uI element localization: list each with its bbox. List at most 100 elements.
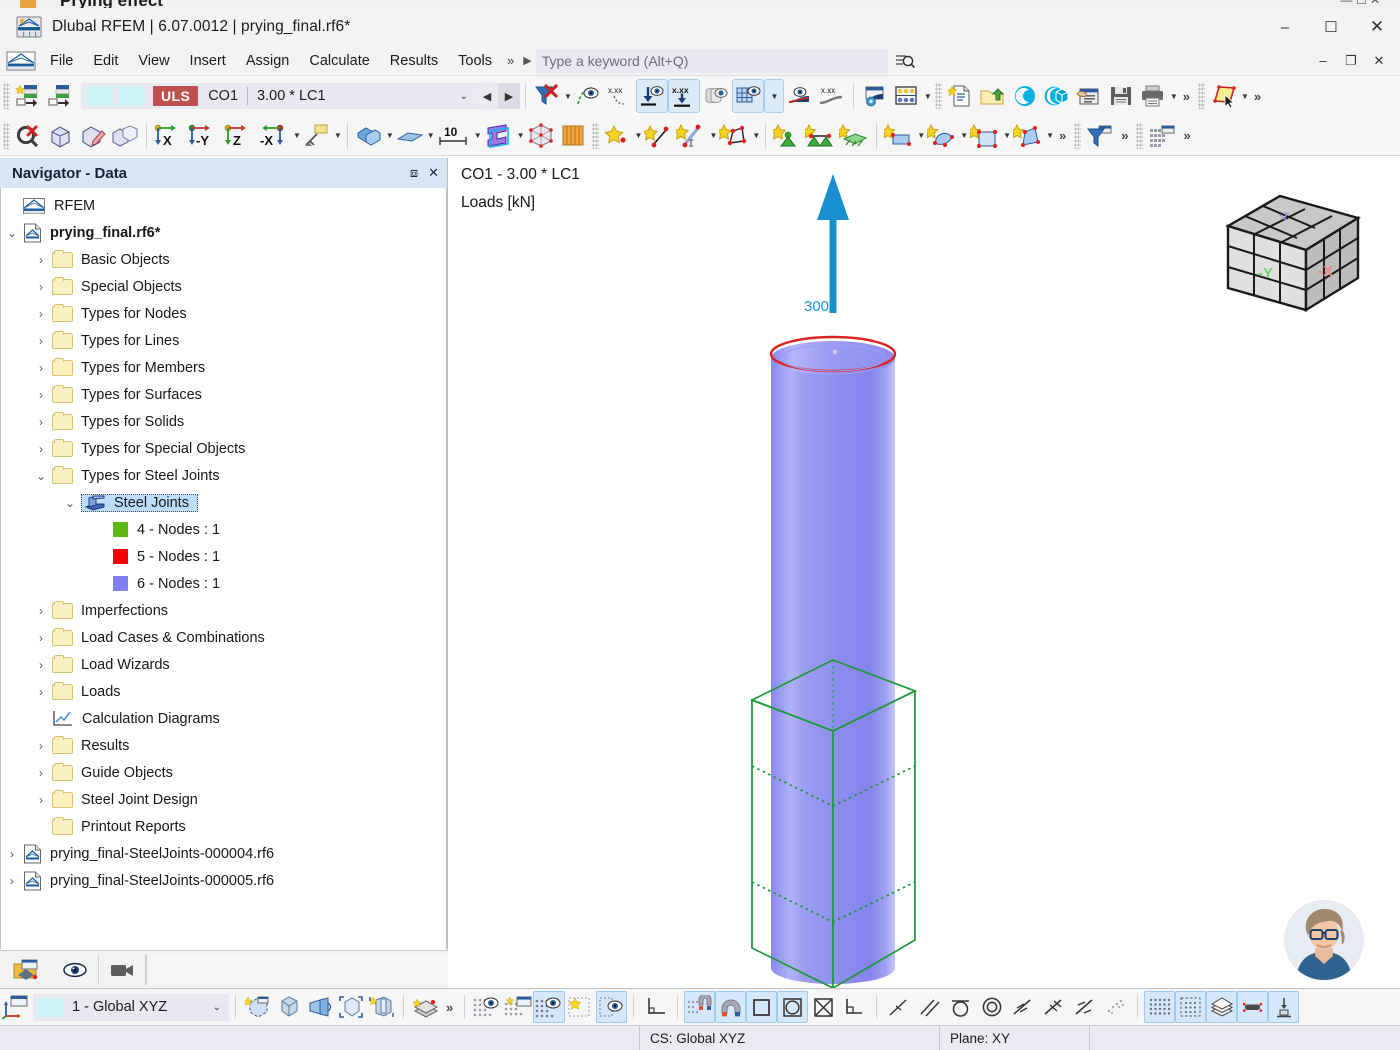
copy-object-button[interactable] bbox=[109, 119, 141, 153]
snap-perpendicular-button[interactable] bbox=[839, 991, 870, 1023]
toolbar-grip[interactable] bbox=[3, 83, 10, 109]
show-result-values-button[interactable]: x.xx bbox=[816, 79, 848, 113]
chevron-down-icon[interactable]: ▼ bbox=[427, 131, 435, 140]
view-z-button[interactable]: Z bbox=[222, 119, 256, 153]
chevron-right-icon[interactable]: › bbox=[30, 307, 52, 321]
chevron-right-icon[interactable]: › bbox=[30, 766, 52, 780]
menu-item-insert[interactable]: Insert bbox=[180, 49, 236, 73]
toolbar-grip[interactable] bbox=[1074, 122, 1082, 149]
nodal-support-button[interactable] bbox=[771, 119, 803, 153]
menu-item-assign[interactable]: Assign bbox=[236, 49, 300, 73]
view-negx-button[interactable]: -X bbox=[256, 119, 292, 153]
chevron-right-icon[interactable]: › bbox=[30, 658, 52, 672]
tree-item[interactable]: › Types for Surfaces bbox=[1, 381, 446, 408]
layers-button[interactable] bbox=[1206, 991, 1238, 1023]
chevron-down-icon[interactable]: ▼ bbox=[1241, 92, 1249, 101]
print-button[interactable] bbox=[1137, 79, 1169, 113]
chevron-down-icon[interactable]: ⌄ bbox=[460, 91, 468, 102]
chevron-down-icon[interactable]: ▼ bbox=[960, 131, 968, 140]
tree-item[interactable]: RFEM bbox=[1, 192, 446, 219]
chevron-down-icon[interactable]: ▼ bbox=[1046, 131, 1054, 140]
new-line-button[interactable] bbox=[642, 119, 674, 153]
snap-surface-point-button[interactable] bbox=[1069, 991, 1100, 1023]
previous-load-case-button[interactable]: ◀ bbox=[476, 83, 498, 109]
chevron-right-icon[interactable]: › bbox=[30, 253, 52, 267]
chevron-down-icon[interactable]: ⌄ bbox=[59, 496, 81, 510]
edit-load-case-button[interactable] bbox=[45, 79, 77, 113]
new-node-button[interactable] bbox=[602, 119, 634, 153]
toolbar-grip[interactable] bbox=[591, 122, 599, 149]
snap-center-button[interactable] bbox=[777, 991, 809, 1023]
tree-item[interactable]: › Types for Special Objects bbox=[1, 435, 446, 462]
open-model-button[interactable] bbox=[977, 79, 1009, 113]
coordinate-system-select[interactable]: 1 - Global XYZ ⌄ bbox=[33, 993, 229, 1021]
next-load-case-button[interactable]: ▶ bbox=[498, 83, 520, 109]
chevron-down-icon[interactable]: ⌄ bbox=[30, 469, 52, 483]
show-loads-button[interactable] bbox=[635, 79, 668, 113]
chevron-right-icon[interactable]: › bbox=[30, 442, 52, 456]
toolbar-overflow-button-5[interactable]: » bbox=[1178, 128, 1195, 143]
toolbar-grip[interactable] bbox=[3, 122, 10, 149]
view-negy-button[interactable]: -Y bbox=[186, 119, 222, 153]
menu-item-file[interactable]: File bbox=[40, 49, 83, 73]
snap-to-grid-button[interactable] bbox=[565, 991, 596, 1023]
chevron-down-icon[interactable]: ⌄ bbox=[1, 226, 23, 240]
new-opening-button[interactable] bbox=[968, 119, 1002, 153]
show-results-diagram-button[interactable] bbox=[784, 79, 816, 113]
show-surfaces-button[interactable] bbox=[731, 79, 764, 113]
tree-item[interactable]: ⌄ prying_final.rf6* bbox=[1, 219, 446, 246]
member-select-button[interactable] bbox=[1237, 991, 1269, 1023]
toolbar-overflow-button[interactable]: » bbox=[1178, 89, 1195, 104]
new-member-button[interactable] bbox=[674, 119, 708, 153]
close-panel-icon[interactable]: ✕ bbox=[428, 165, 439, 181]
chevron-down-icon[interactable]: ▼ bbox=[564, 92, 572, 101]
render-settings-button[interactable] bbox=[859, 79, 891, 113]
chevron-right-icon[interactable]: › bbox=[30, 604, 52, 618]
inner-minimize-button[interactable]: – bbox=[1310, 50, 1336, 72]
chevron-right-icon[interactable]: › bbox=[30, 793, 52, 807]
show-load-values-button[interactable]: x.xx bbox=[667, 79, 700, 113]
chevron-right-icon[interactable]: › bbox=[30, 415, 52, 429]
chevron-right-icon[interactable]: › bbox=[30, 739, 52, 753]
edit-object-button[interactable] bbox=[77, 119, 109, 153]
chevron-down-icon[interactable]: ▼ bbox=[709, 131, 717, 140]
show-surfaces-dropdown[interactable]: ▼ bbox=[763, 79, 784, 113]
window-close-button[interactable]: ✕ bbox=[1354, 8, 1400, 46]
coordinate-system-icon[interactable] bbox=[0, 991, 31, 1023]
menu-item-calculate[interactable]: Calculate bbox=[299, 49, 379, 73]
new-model-button[interactable] bbox=[945, 79, 977, 113]
toolbar-grip[interactable] bbox=[934, 83, 942, 109]
tree-item[interactable]: › Types for Solids bbox=[1, 408, 446, 435]
chevron-down-icon[interactable]: ▼ bbox=[752, 131, 760, 140]
import-button[interactable] bbox=[1073, 79, 1105, 113]
new-polyline-button[interactable] bbox=[717, 119, 751, 153]
tree-item[interactable]: › prying_final-SteelJoints-000004.rf6 bbox=[1, 840, 446, 867]
show-deformation-button[interactable] bbox=[572, 79, 604, 113]
new-section-plane-button[interactable] bbox=[366, 991, 397, 1023]
chevron-down-icon[interactable]: ▼ bbox=[334, 131, 342, 140]
tree-item[interactable]: 6 - Nodes : 1 bbox=[1, 570, 446, 597]
tree-item[interactable]: 4 - Nodes : 1 bbox=[1, 516, 446, 543]
toolbar-overflow-button-3[interactable]: » bbox=[1054, 128, 1071, 143]
chevron-down-icon[interactable]: ▼ bbox=[386, 131, 394, 140]
tree-item[interactable]: › Results bbox=[1, 732, 446, 759]
snap-point-cloud-button[interactable] bbox=[1100, 991, 1131, 1023]
new-surface-button[interactable] bbox=[882, 119, 916, 153]
menu-play-icon[interactable]: ▶ bbox=[519, 52, 535, 69]
fe-mesh-button[interactable] bbox=[525, 119, 557, 153]
chevron-down-icon[interactable]: ▼ bbox=[293, 131, 301, 140]
grid-settings-button[interactable] bbox=[502, 991, 533, 1023]
clear-filter-button[interactable] bbox=[531, 79, 563, 113]
line-support-button[interactable] bbox=[803, 119, 837, 153]
tree-item[interactable]: ⌄ Steel Joints bbox=[1, 489, 446, 516]
snap-object-point-button[interactable] bbox=[684, 991, 716, 1023]
tree-item[interactable]: › Imperfections bbox=[1, 597, 446, 624]
new-curved-surface-button[interactable] bbox=[925, 119, 959, 153]
snap-node-line-button[interactable] bbox=[1007, 991, 1038, 1023]
chevron-down-icon[interactable]: ▼ bbox=[1003, 131, 1011, 140]
toggle-grid-display-button[interactable] bbox=[1144, 991, 1176, 1023]
show-grid-button[interactable] bbox=[533, 991, 566, 1023]
chevron-down-icon[interactable]: ▼ bbox=[917, 131, 925, 140]
tree-item[interactable]: › Types for Nodes bbox=[1, 300, 446, 327]
surface-support-button[interactable] bbox=[837, 119, 871, 153]
